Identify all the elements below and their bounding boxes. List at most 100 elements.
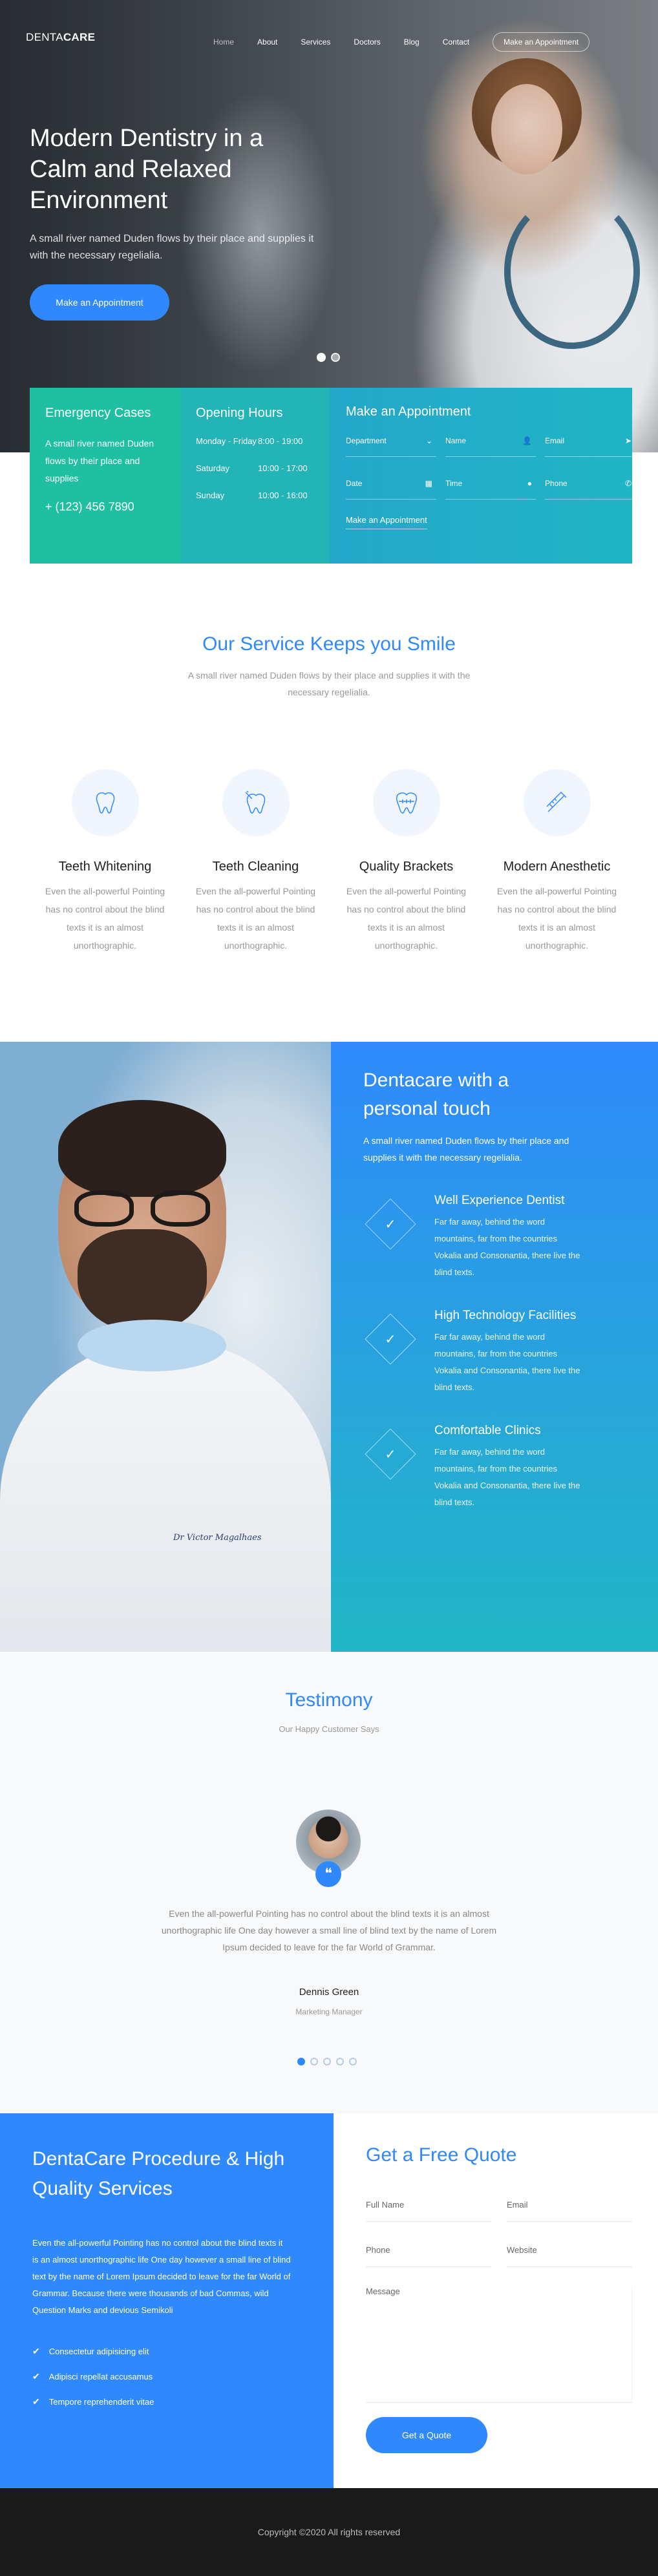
clock-icon: ● <box>527 479 532 488</box>
phone-field[interactable]: Phone <box>366 2244 491 2267</box>
nav-about[interactable]: About <box>257 37 277 47</box>
hours-time: 10:00 - 17:00 <box>258 463 308 473</box>
doctor-beard <box>78 1229 207 1333</box>
nav-doctors[interactable]: Doctors <box>354 37 380 47</box>
emergency-panel: Emergency Cases A small river named Dude… <box>30 388 180 564</box>
service-title: Teeth Cleaning <box>212 860 299 874</box>
testimony-carousel-dots <box>297 2058 357 2065</box>
feature-title: High Technology Facilities <box>434 1309 577 1322</box>
appointment-form: Department ⌄ Name 👤 Email ➤ Date ▦ Time ● Pho… <box>346 434 635 500</box>
feature-text: Far far away, behind the word mountains,… <box>434 1217 580 1277</box>
doctor-hair <box>58 1100 226 1197</box>
procedure-list: ✔ Consectetur adipisicing elit ✔ Adipisci … <box>32 2346 301 2407</box>
phone-field[interactable]: Phone ✆ <box>545 476 635 500</box>
message-textarea[interactable]: Message <box>366 2286 632 2403</box>
check-icon: ✓ <box>365 1428 416 1480</box>
hours-day: Sunday <box>196 491 225 500</box>
hours-row: Saturday 10:00 - 17:00 <box>196 462 315 475</box>
carousel-dot[interactable] <box>336 2058 344 2065</box>
hours-row: Sunday 10:00 - 16:00 <box>196 489 315 502</box>
hero-subtitle: A small river named Duden flows by their… <box>30 233 314 261</box>
list-item: ✔ Tempore reprehenderit vitae <box>32 2396 301 2407</box>
service-item: Quality Brackets Even the all-powerful P… <box>331 769 482 955</box>
list-item: ✔ Adipisci repellat accusamus <box>32 2371 301 2382</box>
appointment-panel: Make an Appointment Department ⌄ Name 👤 Em… <box>330 388 635 564</box>
department-label: Department <box>346 436 387 445</box>
carousel-dot[interactable] <box>297 2058 305 2065</box>
appointment-submit-button[interactable]: Make an Appointment <box>346 515 427 529</box>
slider-dot[interactable] <box>317 353 326 362</box>
email-label: Email <box>545 436 565 445</box>
feature-text: Far far away, behind the word mountains,… <box>434 1332 580 1392</box>
hours-day: Monday - Friday <box>196 436 257 446</box>
doctor-mask <box>78 1320 226 1371</box>
hero-overlay <box>0 0 658 452</box>
info-bar: Emergency Cases A small river named Dude… <box>30 388 635 564</box>
emergency-text: A small river named Duden flows by their… <box>45 438 154 483</box>
testimony-title: Testimony <box>285 1689 373 1711</box>
brackets-icon <box>372 769 440 836</box>
logo[interactable]: DENTACARE <box>26 31 95 44</box>
list-item-label: Adipisci repellat accusamus <box>48 2372 153 2381</box>
time-label: Time <box>445 479 463 488</box>
time-field[interactable]: Time ● <box>445 476 536 500</box>
calendar-icon: ▦ <box>425 479 432 488</box>
department-select[interactable]: Department ⌄ <box>346 434 436 457</box>
appointment-title: Make an Appointment <box>346 405 471 419</box>
get-quote-button[interactable]: Get a Quote <box>366 2417 487 2453</box>
phone-label: Phone <box>545 479 568 488</box>
hours-day: Saturday <box>196 463 230 473</box>
procedure-text: Even the all-powerful Pointing has no co… <box>32 2238 291 2315</box>
paper-plane-icon: ➤ <box>624 436 631 445</box>
nav-blog[interactable]: Blog <box>404 37 419 47</box>
quote-form: Full Name Email Phone Website <box>366 2199 632 2267</box>
check-icon: ✓ <box>365 1313 416 1365</box>
website-field[interactable]: Website <box>507 2244 632 2267</box>
nav-home[interactable]: Home <box>213 37 234 47</box>
nav-appointment-button[interactable]: Make an Appointment <box>493 32 590 52</box>
service-item: Teeth Whitening Even the all-powerful Po… <box>30 769 180 955</box>
date-field[interactable]: Date ▦ <box>346 476 436 500</box>
services-grid: Teeth Whitening Even the all-powerful Po… <box>30 769 632 955</box>
name-field[interactable]: Name 👤 <box>445 434 536 457</box>
carousel-dot[interactable] <box>349 2058 357 2065</box>
full-name-field[interactable]: Full Name <box>366 2199 491 2222</box>
service-title: Modern Anesthetic <box>503 860 611 874</box>
hours-time: 8:00 - 19:00 <box>258 436 303 446</box>
email-field[interactable]: Email <box>507 2199 632 2222</box>
hero-section: DENTACARE Home About Services Doctors Bl… <box>0 0 658 452</box>
personal-title: Dentacare with a personal touch <box>363 1070 509 1119</box>
hero-appointment-button[interactable]: Make an Appointment <box>30 284 169 321</box>
main-nav: Home About Services Doctors Blog Contact… <box>213 32 590 52</box>
procedure-title: DentaCare Procedure & High Quality Servi… <box>32 2148 285 2199</box>
slider-dot[interactable] <box>331 353 340 362</box>
service-text: Even the all-powerful Pointing has no co… <box>195 886 316 951</box>
testimony-role: Marketing Manager <box>295 2007 363 2016</box>
service-item: Teeth Cleaning Even the all-powerful Poi… <box>180 769 331 955</box>
syringe-icon <box>523 769 591 836</box>
personal-touch-section: Dentacare with a personal touch A small … <box>331 1042 658 1652</box>
services-title: Our Service Keeps you Smile <box>202 633 456 655</box>
list-item-label: Tempore reprehenderit vitae <box>48 2397 154 2407</box>
nav-contact[interactable]: Contact <box>443 37 469 47</box>
feature-text: Far far away, behind the word mountains,… <box>434 1447 580 1507</box>
carousel-dot[interactable] <box>310 2058 318 2065</box>
services-subtitle: A small river named Duden flows by their… <box>187 670 471 697</box>
check-icon: ✔ <box>32 2346 40 2356</box>
list-item: ✔ Consectetur adipisicing elit <box>32 2346 301 2357</box>
tooth-cleaning-icon <box>222 769 290 836</box>
carousel-dot[interactable] <box>323 2058 331 2065</box>
email-field[interactable]: Email ➤ <box>545 434 635 457</box>
check-icon: ✓ <box>365 1198 416 1250</box>
emergency-phone[interactable]: + (123) 456 7890 <box>45 500 165 514</box>
quote-form-title: Get a Free Quote <box>366 2144 517 2166</box>
nav-services[interactable]: Services <box>301 37 330 47</box>
feature-item: ✓ Comfortable Clinics Far far away, behi… <box>363 1422 626 1511</box>
name-label: Name <box>445 436 467 445</box>
emergency-title: Emergency Cases <box>45 406 151 420</box>
page: DENTACARE Home About Services Doctors Bl… <box>0 0 658 2576</box>
doctor-glasses <box>68 1190 217 1227</box>
feature-title: Well Experience Dentist <box>434 1194 565 1207</box>
testimony-subtitle: Our Happy Customer Says <box>279 1724 379 1734</box>
testimony-section: Testimony Our Happy Customer Says ❝ Even… <box>0 1652 658 2113</box>
